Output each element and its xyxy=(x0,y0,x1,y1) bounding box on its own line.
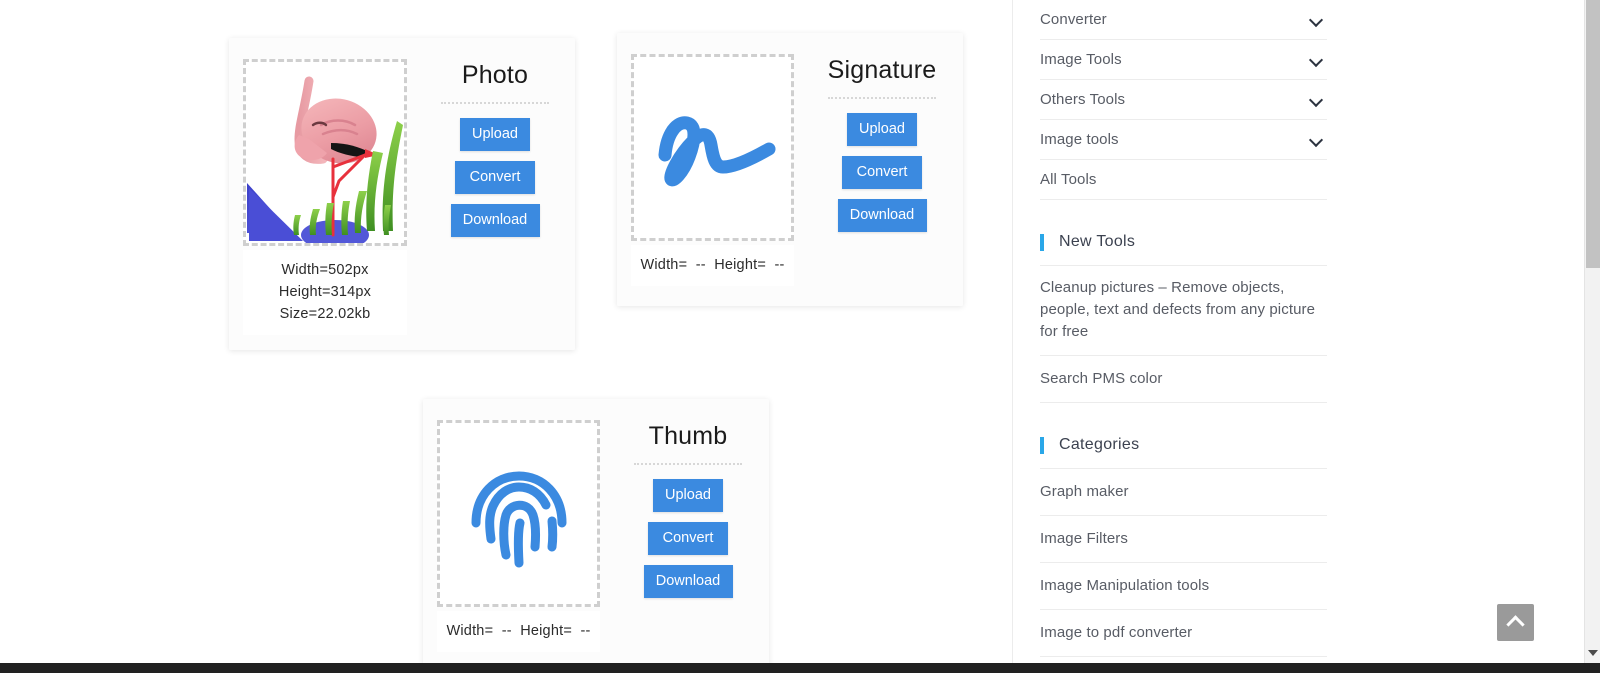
flamingo-illustration xyxy=(247,62,403,243)
sidebar-widget-new-tools: New Tools Cleanup pictures – Remove obje… xyxy=(1040,233,1327,403)
thumb-card-left: Width= -- Height= -- xyxy=(437,420,600,652)
sidebar-item-all-tools[interactable]: All Tools xyxy=(1040,160,1327,200)
sidebar-item-image-tools-lower-label: Image tools xyxy=(1040,131,1119,148)
photo-upload-button[interactable]: Upload xyxy=(460,118,530,151)
main-content-area: Width=502px Height=314px Size=22.02kb Ph… xyxy=(0,0,1013,671)
photo-card-left: Width=502px Height=314px Size=22.02kb xyxy=(243,59,407,335)
new-tools-link-search-pms-color[interactable]: Search PMS color xyxy=(1040,356,1327,403)
category-link-image-filters[interactable]: Image Filters xyxy=(1040,516,1327,563)
photo-download-button[interactable]: Download xyxy=(450,204,540,237)
sidebar-widget-categories: Categories Graph maker Image Filters Ima… xyxy=(1040,436,1327,673)
sidebar-item-others-tools[interactable]: Others Tools xyxy=(1040,80,1327,120)
chevron-down-icon[interactable] xyxy=(1310,133,1323,146)
category-link-graph-maker[interactable]: Graph maker xyxy=(1040,469,1327,516)
sidebar-item-others-tools-label: Others Tools xyxy=(1040,91,1126,108)
photo-dropzone[interactable] xyxy=(243,59,407,246)
chevron-down-icon[interactable] xyxy=(1310,53,1323,66)
photo-card-right: Photo Upload Convert Download xyxy=(441,38,549,247)
sidebar: Converter Image Tools Others Tools Image… xyxy=(1014,0,1551,673)
chevron-down-icon[interactable] xyxy=(1310,93,1323,106)
thumb-title-divider xyxy=(634,463,742,465)
category-link-image-manipulation-tools[interactable]: Image Manipulation tools xyxy=(1040,563,1327,610)
photo-info-box: Width=502px Height=314px Size=22.02kb xyxy=(243,250,407,335)
chevron-down-icon[interactable] xyxy=(1310,13,1323,26)
thumb-card-right: Thumb Upload Convert Download xyxy=(634,399,742,608)
heading-accent-bar xyxy=(1040,233,1044,251)
sidebar-item-image-tools-lower[interactable]: Image tools xyxy=(1040,120,1327,160)
signature-card-title: Signature xyxy=(827,56,937,84)
categories-heading-label: Categories xyxy=(1059,436,1140,453)
sidebar-item-converter-label: Converter xyxy=(1040,11,1107,28)
signature-download-button[interactable]: Download xyxy=(837,199,927,232)
thumb-dropzone[interactable] xyxy=(437,420,600,607)
categories-heading: Categories xyxy=(1040,436,1327,469)
signature-card-right: Signature Upload Convert Download xyxy=(828,33,936,242)
scrollbar-down-arrow-icon[interactable] xyxy=(1585,645,1600,661)
signature-title-divider xyxy=(828,97,936,99)
signature-convert-button[interactable]: Convert xyxy=(842,156,922,189)
signature-squiggle-icon xyxy=(658,115,775,186)
new-tools-link-cleanup-pictures[interactable]: Cleanup pictures – Remove objects, peopl… xyxy=(1040,266,1327,356)
thumb-upload-button[interactable]: Upload xyxy=(653,479,723,512)
sidebar-item-image-tools[interactable]: Image Tools xyxy=(1040,40,1327,80)
photo-info-size: Size=22.02kb xyxy=(279,306,371,322)
heading-accent-bar xyxy=(1040,436,1044,454)
signature-upload-button[interactable]: Upload xyxy=(847,113,917,146)
thumb-download-button[interactable]: Download xyxy=(643,565,733,598)
sidebar-item-converter[interactable]: Converter xyxy=(1040,0,1327,40)
window-scrollbar[interactable] xyxy=(1584,0,1600,663)
scrollbar-thumb[interactable] xyxy=(1586,0,1600,268)
photo-convert-button[interactable]: Convert xyxy=(455,161,535,194)
sidebar-item-image-tools-label: Image Tools xyxy=(1040,51,1122,68)
tool-card-photo: Width=502px Height=314px Size=22.02kb Ph… xyxy=(229,38,575,350)
photo-card-title: Photo xyxy=(461,61,529,89)
photo-title-divider xyxy=(441,102,549,104)
thumb-card-title: Thumb xyxy=(648,422,728,450)
category-link-image-to-pdf-converter[interactable]: Image to pdf converter xyxy=(1040,610,1327,657)
photo-info-width: Width=502px xyxy=(281,262,369,278)
tool-card-signature: Width= -- Height= -- Signature Upload Co… xyxy=(617,33,963,306)
thumb-info-box: Width= -- Height= -- xyxy=(437,611,600,652)
tool-card-thumb: Width= -- Height= -- Thumb Upload Conver… xyxy=(423,399,769,671)
thumb-convert-button[interactable]: Convert xyxy=(648,522,728,555)
signature-info-dims: Width= -- Height= -- xyxy=(640,257,785,273)
photo-info-height: Height=314px xyxy=(278,284,372,300)
signature-dropzone[interactable] xyxy=(631,54,794,241)
new-tools-heading-label: New Tools xyxy=(1059,233,1136,250)
signature-info-box: Width= -- Height= -- xyxy=(631,245,794,286)
thumb-info-dims: Width= -- Height= -- xyxy=(446,623,591,639)
fingerprint-icon xyxy=(471,470,566,567)
page-root: Width=502px Height=314px Size=22.02kb Ph… xyxy=(0,0,1600,673)
scroll-to-top-button[interactable] xyxy=(1497,604,1534,641)
new-tools-heading: New Tools xyxy=(1040,233,1327,266)
footer-strip xyxy=(0,663,1600,673)
signature-card-left: Width= -- Height= -- xyxy=(631,54,794,286)
sidebar-inner: Converter Image Tools Others Tools Image… xyxy=(1040,0,1327,673)
